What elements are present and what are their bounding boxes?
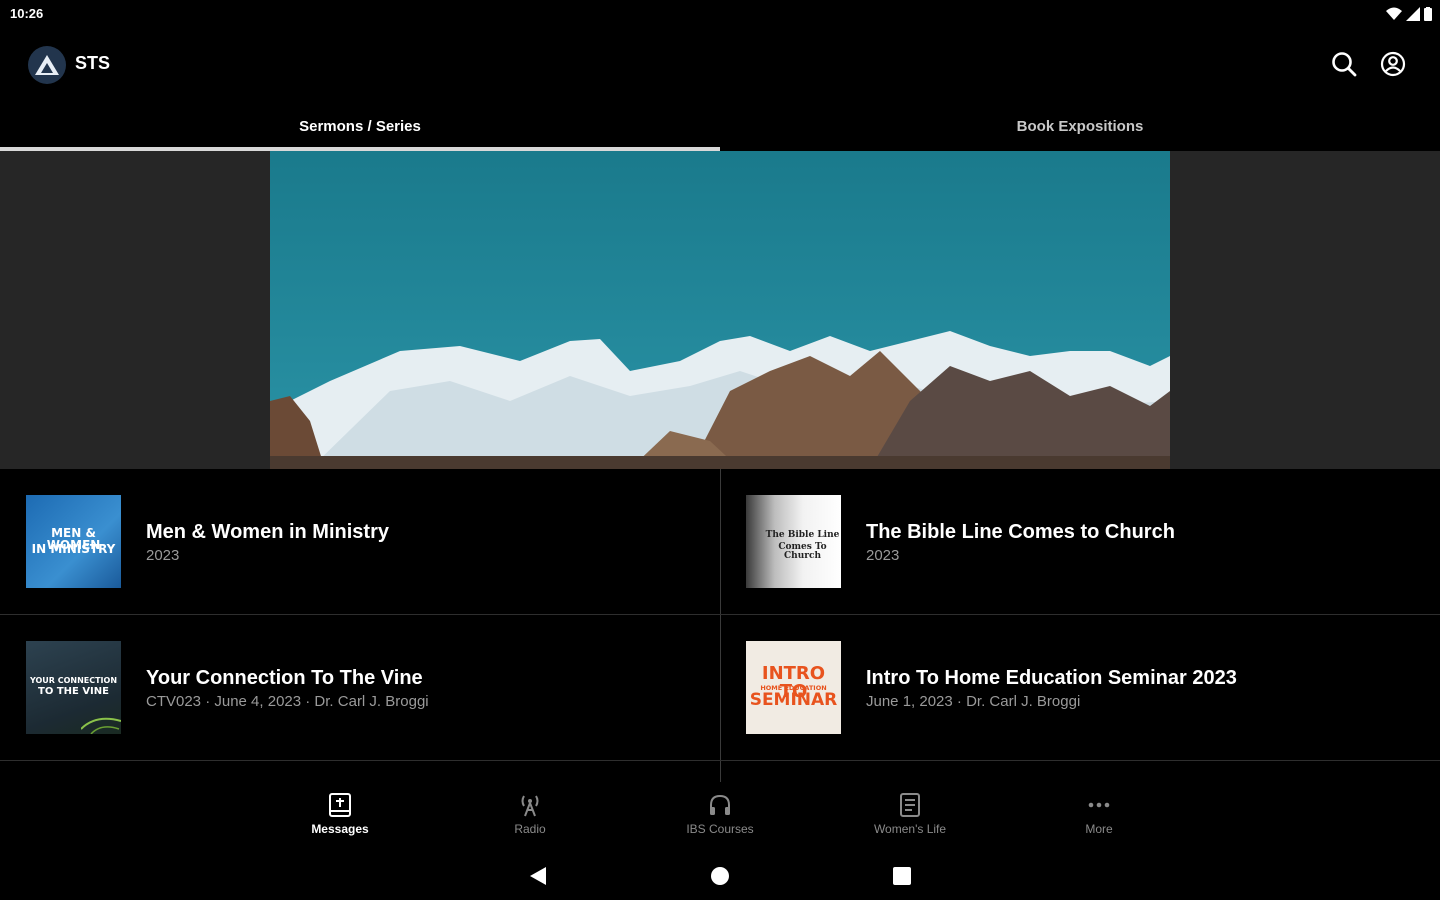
item-title: Men & Women in Ministry: [146, 521, 389, 543]
vine-decoration: [81, 717, 121, 734]
status-time: 10:26: [10, 6, 44, 21]
document-icon: [897, 792, 923, 818]
thumbnail-caption: SEMINAR: [749, 690, 838, 710]
triangle-logo-icon: [35, 55, 59, 75]
app-logo: [28, 46, 66, 84]
item-title: Intro To Home Education Seminar 2023: [866, 667, 1237, 689]
item-subtitle: June 1, 2023 · Dr. Carl J. Broggi: [866, 693, 1081, 710]
system-navigation-bar: [0, 852, 1440, 900]
wifi-icon: [1386, 7, 1402, 20]
nav-ibs-courses[interactable]: IBS Courses: [660, 792, 780, 850]
series-grid: MEN & WOMEN IN MINISTRY Men & Women in M…: [0, 469, 1440, 782]
cellular-signal-icon: [1406, 7, 1420, 21]
account-button[interactable]: [1378, 49, 1408, 79]
app-title: STS: [75, 53, 111, 73]
more-icon: [1086, 792, 1112, 818]
bottom-navigation: Messages Radio IBS Courses Women's Life …: [0, 782, 1440, 852]
thumbnail-caption: YOUR CONNECTION: [29, 676, 118, 685]
tab-label: Sermons / Series: [299, 117, 421, 135]
search-button[interactable]: [1329, 49, 1359, 79]
item-subtitle: 2023: [146, 547, 180, 564]
thumbnail-caption: TO THE VINE: [38, 686, 109, 697]
item-subtitle: CTV023 · June 4, 2023 · Dr. Carl J. Brog…: [146, 693, 429, 710]
list-item[interactable]: INTRO TO HOME EDUCATION SEMINAR Intro To…: [720, 615, 1440, 761]
thumbnail-caption: Comes To Church: [778, 542, 827, 561]
list-item[interactable]: MEN & WOMEN IN MINISTRY Men & Women in M…: [0, 469, 720, 615]
series-thumbnail: MEN & WOMEN IN MINISTRY: [26, 495, 121, 588]
system-status-icons: [1386, 7, 1432, 21]
home-circle-icon: [711, 867, 729, 885]
list-item[interactable]: The Bible Line Comes To Church The Bible…: [720, 469, 1440, 615]
recents-button[interactable]: [888, 862, 916, 890]
series-thumbnail: YOUR CONNECTION TO THE VINE: [26, 641, 121, 734]
status-bar: 10:26: [0, 0, 1440, 30]
recents-square-icon: [893, 867, 911, 885]
nav-womens-life[interactable]: Women's Life: [850, 792, 970, 850]
headphones-icon: [707, 792, 733, 818]
series-thumbnail: The Bible Line Comes To Church: [746, 495, 841, 588]
item-subtitle: 2023: [866, 547, 900, 564]
tab-label: Book Expositions: [1016, 117, 1144, 135]
mountain-banner-image: [270, 151, 1170, 469]
hero-banner: [0, 151, 1440, 469]
battery-icon: [1424, 7, 1432, 21]
thumbnail-caption: IN MINISTRY: [31, 542, 116, 556]
thumbnail-caption: The Bible Line: [765, 530, 840, 540]
app-bar: STS: [0, 36, 1440, 96]
tab-sermons-series[interactable]: Sermons / Series: [0, 100, 720, 152]
item-title: Your Connection To The Vine: [146, 667, 423, 689]
home-button[interactable]: [706, 862, 734, 890]
nav-label: Messages: [311, 822, 369, 836]
search-icon: [1332, 52, 1357, 77]
nav-more[interactable]: More: [1039, 792, 1159, 850]
book-icon: [327, 792, 353, 818]
nav-label: Women's Life: [873, 822, 947, 836]
nav-label: IBS Courses: [686, 822, 754, 836]
nav-messages[interactable]: Messages: [280, 792, 400, 850]
nav-label: More: [1085, 822, 1113, 836]
nav-radio[interactable]: Radio: [470, 792, 590, 850]
list-item[interactable]: YOUR CONNECTION TO THE VINE Your Connect…: [0, 615, 720, 761]
account-circle-icon: [1380, 51, 1406, 77]
nav-label: Radio: [514, 822, 546, 836]
tab-bar: Sermons / Series Book Expositions: [0, 100, 1440, 152]
back-button[interactable]: [524, 862, 552, 890]
tab-book-expositions[interactable]: Book Expositions: [720, 100, 1440, 152]
back-triangle-icon: [530, 867, 546, 885]
radio-tower-icon: [517, 792, 543, 818]
series-thumbnail: INTRO TO HOME EDUCATION SEMINAR: [746, 641, 841, 734]
item-title: The Bible Line Comes to Church: [866, 521, 1175, 543]
